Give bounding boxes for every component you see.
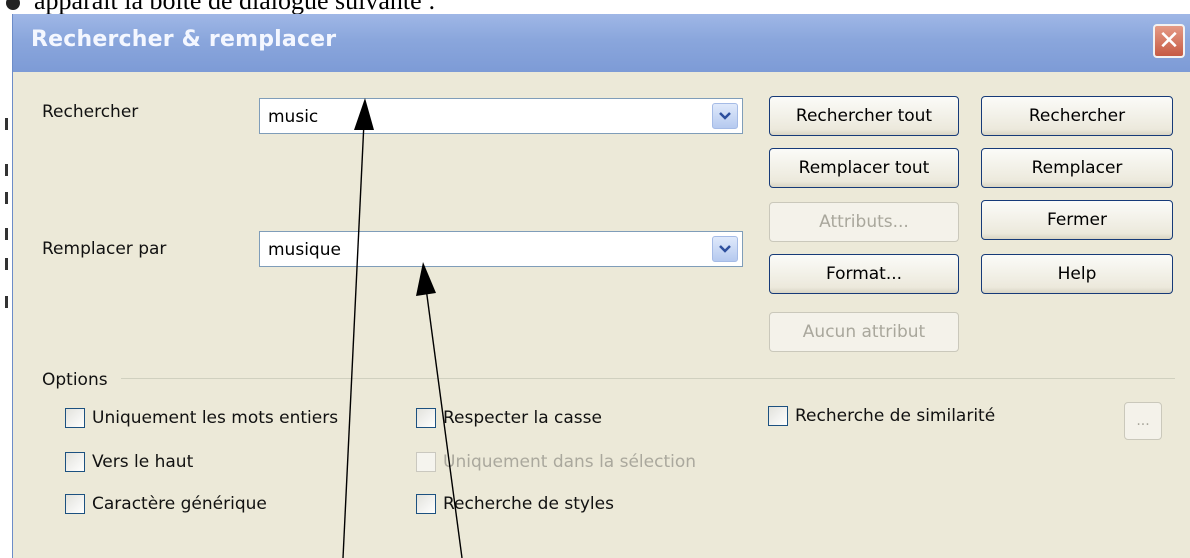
arrow-replace-line — [425, 287, 463, 558]
arrow-search-line — [342, 121, 365, 558]
arrow-replace-head — [416, 262, 436, 296]
annotation-arrows — [342, 98, 463, 558]
arrow-search-head — [354, 98, 374, 130]
